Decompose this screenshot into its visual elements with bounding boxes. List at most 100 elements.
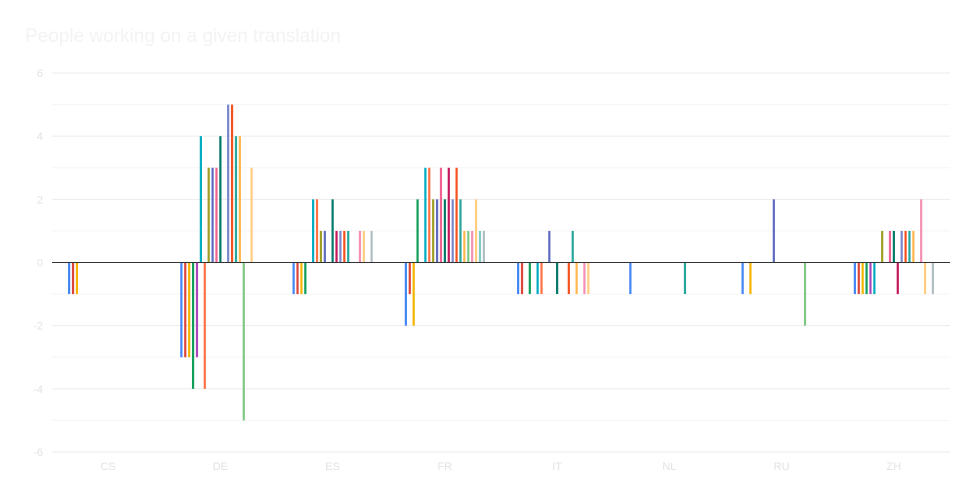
- bar: [629, 262, 632, 295]
- bar: [459, 199, 462, 263]
- bar: [455, 167, 458, 263]
- bar: [474, 199, 478, 263]
- bar: [191, 262, 195, 389]
- bar: [540, 262, 543, 295]
- bar: [432, 199, 435, 263]
- bar: [920, 199, 923, 263]
- bar: [315, 199, 319, 263]
- bar: [219, 136, 222, 263]
- bar: [184, 262, 187, 358]
- bar: [428, 167, 431, 263]
- bar: [331, 199, 334, 263]
- bar: [424, 167, 427, 263]
- bar: [435, 199, 439, 263]
- bar: [234, 136, 238, 263]
- x-tick-label: NL: [662, 461, 676, 473]
- bar: [567, 262, 570, 295]
- chart-svg: 6 4 2 0 -2 -4 -6 CS DE ES FR IT NL RU ZH: [33, 68, 950, 473]
- bar: [404, 262, 407, 326]
- bar: [447, 167, 450, 263]
- y-tick-label: -2: [33, 321, 43, 333]
- bar: [528, 262, 531, 295]
- y-tick-label: 4: [37, 131, 43, 143]
- bar: [888, 230, 892, 263]
- bar: [292, 262, 295, 295]
- bar: [471, 230, 474, 263]
- bar: [583, 262, 586, 295]
- bar: [536, 262, 539, 295]
- bar: [312, 199, 315, 263]
- bar: [575, 262, 578, 295]
- y-tick-label: 6: [37, 68, 43, 80]
- bar: [188, 262, 191, 358]
- bar: [467, 230, 470, 263]
- bar: [339, 230, 342, 263]
- y-tick-label: -4: [33, 384, 43, 396]
- bar: [362, 230, 365, 263]
- bar: [741, 262, 744, 295]
- bar: [215, 167, 218, 263]
- x-tick-label: FR: [438, 461, 453, 473]
- bar: [772, 199, 775, 263]
- bar: [358, 230, 362, 263]
- bar: [908, 230, 911, 263]
- bar: [343, 230, 346, 263]
- bar: [412, 262, 415, 326]
- y-tick-label: 0: [37, 258, 43, 270]
- bar: [199, 136, 202, 263]
- bar: [195, 262, 199, 358]
- bar: [180, 262, 183, 358]
- bar: [304, 262, 307, 295]
- bar: [869, 262, 872, 295]
- bar: [230, 104, 234, 263]
- bar: [482, 230, 485, 263]
- bar: [571, 230, 574, 263]
- x-tick-label: RU: [774, 461, 790, 473]
- bar: [408, 262, 411, 295]
- bar: [912, 230, 915, 263]
- bar: [300, 262, 303, 295]
- bar: [207, 167, 210, 263]
- bar: [71, 262, 75, 295]
- bar: [520, 262, 524, 295]
- bar: [319, 230, 323, 263]
- bar: [242, 262, 245, 421]
- bar: [68, 262, 71, 295]
- bar: [931, 262, 934, 295]
- bar: [75, 262, 79, 295]
- bar: [250, 167, 253, 263]
- bar: [896, 262, 899, 295]
- bar: [370, 230, 373, 263]
- bar: [211, 167, 214, 263]
- bar: [517, 262, 520, 295]
- bar: [556, 262, 559, 295]
- bar: [861, 262, 864, 295]
- bar: [451, 199, 454, 263]
- bar: [238, 136, 241, 263]
- x-tick-label: DE: [213, 461, 228, 473]
- bar: [803, 262, 807, 326]
- bar: [904, 230, 907, 263]
- bar: [439, 167, 443, 263]
- bar: [749, 262, 752, 295]
- x-tick-label: IT: [552, 461, 562, 473]
- bar: [323, 230, 326, 263]
- bar: [347, 230, 350, 263]
- y-tick-label: -6: [33, 447, 43, 459]
- y-tick-label: 2: [37, 194, 43, 206]
- bar: [478, 230, 482, 263]
- bar: [865, 262, 868, 295]
- bar: [900, 230, 903, 263]
- bar: [548, 230, 551, 263]
- x-tick-label: ZH: [887, 461, 902, 473]
- x-tick-label: ES: [325, 461, 340, 473]
- x-tick-label: CS: [100, 461, 115, 473]
- bar: [853, 262, 856, 295]
- bar: [203, 262, 206, 389]
- bar: [892, 230, 895, 263]
- bar: [463, 230, 466, 263]
- bar: [683, 262, 687, 295]
- bar: [443, 199, 446, 263]
- bar: [296, 262, 299, 295]
- bar: [227, 104, 230, 263]
